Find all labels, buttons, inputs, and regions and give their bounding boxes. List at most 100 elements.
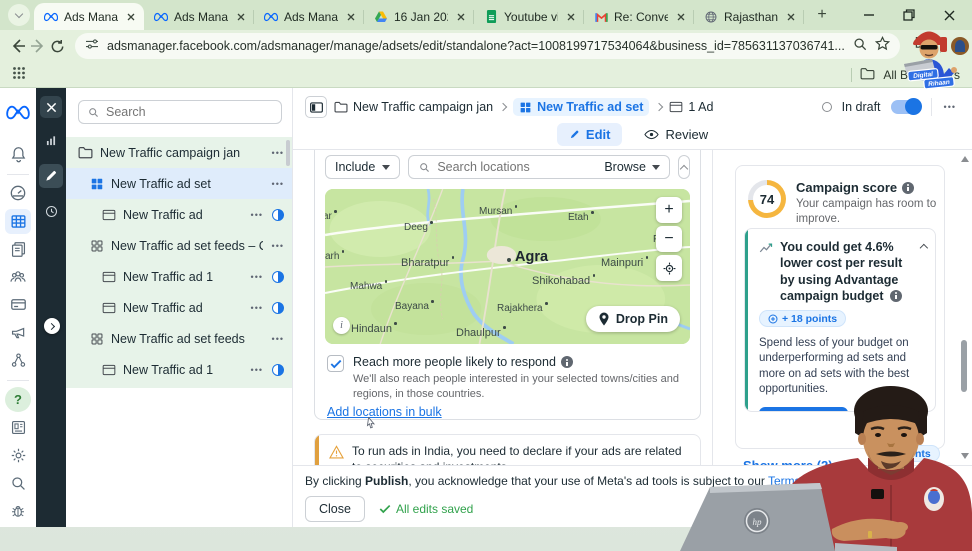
tab-close-icon[interactable] bbox=[234, 10, 248, 24]
review-tab[interactable]: Review bbox=[644, 127, 708, 142]
tree-row-ad[interactable]: New Traffic ad ••• bbox=[66, 292, 292, 323]
url-text: adsmanager.facebook.com/adsmanager/manag… bbox=[107, 39, 845, 53]
bug-report-icon[interactable] bbox=[5, 499, 31, 524]
browse-dropdown[interactable]: Browse bbox=[604, 160, 660, 174]
location-search-box[interactable]: Browse bbox=[408, 155, 670, 179]
tree-row-adset-copy[interactable]: New Traffic ad set feeds – Copy ••• bbox=[66, 230, 292, 261]
info-icon[interactable] bbox=[560, 356, 573, 368]
row-menu-icon[interactable]: ••• bbox=[270, 241, 286, 251]
events-manager-icon[interactable] bbox=[5, 348, 31, 373]
tab-gmail[interactable]: Re: Conversati bbox=[584, 3, 694, 30]
minimize-button[interactable] bbox=[862, 8, 876, 22]
map-zoom-in-button[interactable]: + bbox=[656, 197, 682, 223]
search-icon[interactable] bbox=[853, 37, 867, 56]
expand-panel-icon[interactable] bbox=[44, 318, 60, 334]
breadcrumb-ad[interactable]: 1 Ad bbox=[669, 100, 713, 114]
rail-divider bbox=[7, 173, 29, 175]
tree-search-input[interactable] bbox=[106, 105, 273, 119]
info-icon[interactable] bbox=[902, 181, 915, 194]
draft-toggle[interactable] bbox=[890, 98, 922, 115]
back-icon[interactable] bbox=[10, 33, 26, 59]
breadcrumb-campaign[interactable]: New Traffic campaign jan bbox=[334, 100, 493, 114]
tree-row-ad[interactable]: New Traffic ad ••• bbox=[66, 199, 292, 230]
settings-gear-icon[interactable] bbox=[5, 443, 31, 468]
map-locate-button[interactable] bbox=[656, 255, 682, 281]
bookmark-star-icon[interactable] bbox=[874, 35, 890, 56]
tab-close-icon[interactable] bbox=[124, 10, 138, 24]
scroll-up-icon[interactable] bbox=[961, 156, 969, 162]
tab-ads-manager-2[interactable]: Ads Manager bbox=[144, 3, 254, 30]
help-icon[interactable]: ? bbox=[5, 387, 31, 413]
ads-reporting-icon[interactable] bbox=[5, 237, 31, 262]
tree-row-campaign[interactable]: New Traffic campaign jan ••• bbox=[66, 137, 292, 168]
tab-close-icon[interactable] bbox=[344, 10, 358, 24]
map-city-label: Rajakhera bbox=[497, 302, 548, 314]
row-menu-icon[interactable]: ••• bbox=[249, 210, 265, 220]
site-settings-icon[interactable] bbox=[85, 37, 99, 55]
tab-close-icon[interactable] bbox=[454, 10, 468, 24]
tab-search-chevron-icon[interactable] bbox=[8, 4, 30, 26]
header-menu-icon[interactable]: ••• bbox=[942, 102, 958, 112]
audiences-icon[interactable] bbox=[5, 265, 31, 290]
tree-row-ad1b[interactable]: New Traffic ad 1 ••• bbox=[66, 354, 292, 385]
apps-grid-icon[interactable] bbox=[12, 66, 26, 83]
account-overview-icon[interactable] bbox=[5, 181, 31, 206]
map-city-label: Mursan bbox=[479, 205, 518, 217]
tree-search-box[interactable] bbox=[78, 100, 282, 124]
search-rail-icon[interactable] bbox=[5, 471, 31, 496]
advertising-settings-icon[interactable] bbox=[5, 320, 31, 345]
new-tab-button[interactable]: + bbox=[810, 3, 834, 27]
tab-close-icon[interactable] bbox=[564, 10, 578, 24]
adset-grid-outline-icon bbox=[91, 333, 103, 344]
tab-ads-manager-1[interactable]: Ads Manager bbox=[34, 3, 144, 30]
forward-icon[interactable] bbox=[30, 33, 46, 59]
edit-pencil-icon[interactable] bbox=[39, 164, 63, 188]
info-icon[interactable] bbox=[889, 289, 902, 302]
tree-row-adset-selected[interactable]: New Traffic ad set ••• bbox=[66, 168, 292, 199]
chevron-right-icon bbox=[498, 102, 508, 112]
row-menu-icon[interactable]: ••• bbox=[270, 179, 286, 189]
tree-row-adset-feeds[interactable]: New Traffic ad set feeds ••• bbox=[66, 323, 292, 354]
history-clock-icon[interactable] bbox=[40, 200, 62, 222]
url-bar[interactable]: adsmanager.facebook.com/adsmanager/manag… bbox=[75, 33, 900, 59]
close-button[interactable]: Close bbox=[305, 496, 365, 522]
location-search-input[interactable] bbox=[437, 160, 599, 174]
drop-pin-button[interactable]: Drop Pin bbox=[585, 306, 680, 332]
recommendation-title: You could get 4.6% lower cost per result… bbox=[780, 240, 903, 303]
row-menu-icon[interactable]: ••• bbox=[270, 148, 286, 158]
location-map[interactable]: ar Deeg Mursan Etah Fa b arh Bharatpur A… bbox=[325, 189, 690, 344]
close-window-button[interactable] bbox=[942, 8, 956, 22]
row-menu-icon[interactable]: ••• bbox=[249, 272, 265, 282]
tab-youtube-sheet[interactable]: Youtube video bbox=[474, 3, 584, 30]
restore-button[interactable] bbox=[902, 8, 916, 22]
points-badge: + 18 points bbox=[759, 310, 847, 327]
include-dropdown[interactable]: Include bbox=[325, 155, 401, 179]
tab-drive-doc[interactable]: 16 Jan 2026 - bbox=[364, 3, 474, 30]
row-menu-icon[interactable]: ••• bbox=[249, 303, 265, 313]
performance-chart-icon[interactable] bbox=[40, 130, 62, 152]
notifications-bell-icon[interactable] bbox=[5, 142, 31, 167]
map-info-icon[interactable]: i bbox=[333, 317, 350, 334]
campaigns-icon[interactable] bbox=[5, 208, 31, 234]
tab-close-icon[interactable] bbox=[674, 10, 688, 24]
breadcrumb-adset[interactable]: New Traffic ad set bbox=[513, 98, 650, 116]
tab-close-icon[interactable] bbox=[784, 10, 798, 24]
edit-tab[interactable]: Edit bbox=[556, 123, 623, 146]
tree-row-ad1[interactable]: New Traffic ad 1 ••• bbox=[66, 261, 292, 292]
add-locations-bulk-link[interactable]: Add locations in bulk bbox=[327, 405, 442, 419]
close-editor-icon[interactable] bbox=[40, 96, 62, 118]
tree-scrollbar[interactable] bbox=[286, 140, 290, 166]
collapse-section-button[interactable] bbox=[678, 155, 690, 179]
row-menu-icon[interactable]: ••• bbox=[249, 365, 265, 375]
billing-icon[interactable] bbox=[5, 293, 31, 318]
reload-icon[interactable] bbox=[50, 33, 65, 59]
reach-more-checkbox[interactable] bbox=[327, 355, 344, 372]
tab-rajasthan-pin[interactable]: Rajasthan PIN bbox=[694, 3, 804, 30]
meta-logo-icon[interactable] bbox=[5, 100, 31, 125]
updates-icon[interactable] bbox=[5, 415, 31, 440]
collapse-recommendation-icon[interactable] bbox=[919, 243, 929, 253]
row-menu-icon[interactable]: ••• bbox=[270, 334, 286, 344]
map-zoom-out-button[interactable]: − bbox=[656, 226, 682, 252]
collapse-sidebar-icon[interactable] bbox=[305, 96, 327, 118]
tab-ads-manager-3[interactable]: Ads Manager bbox=[254, 3, 364, 30]
